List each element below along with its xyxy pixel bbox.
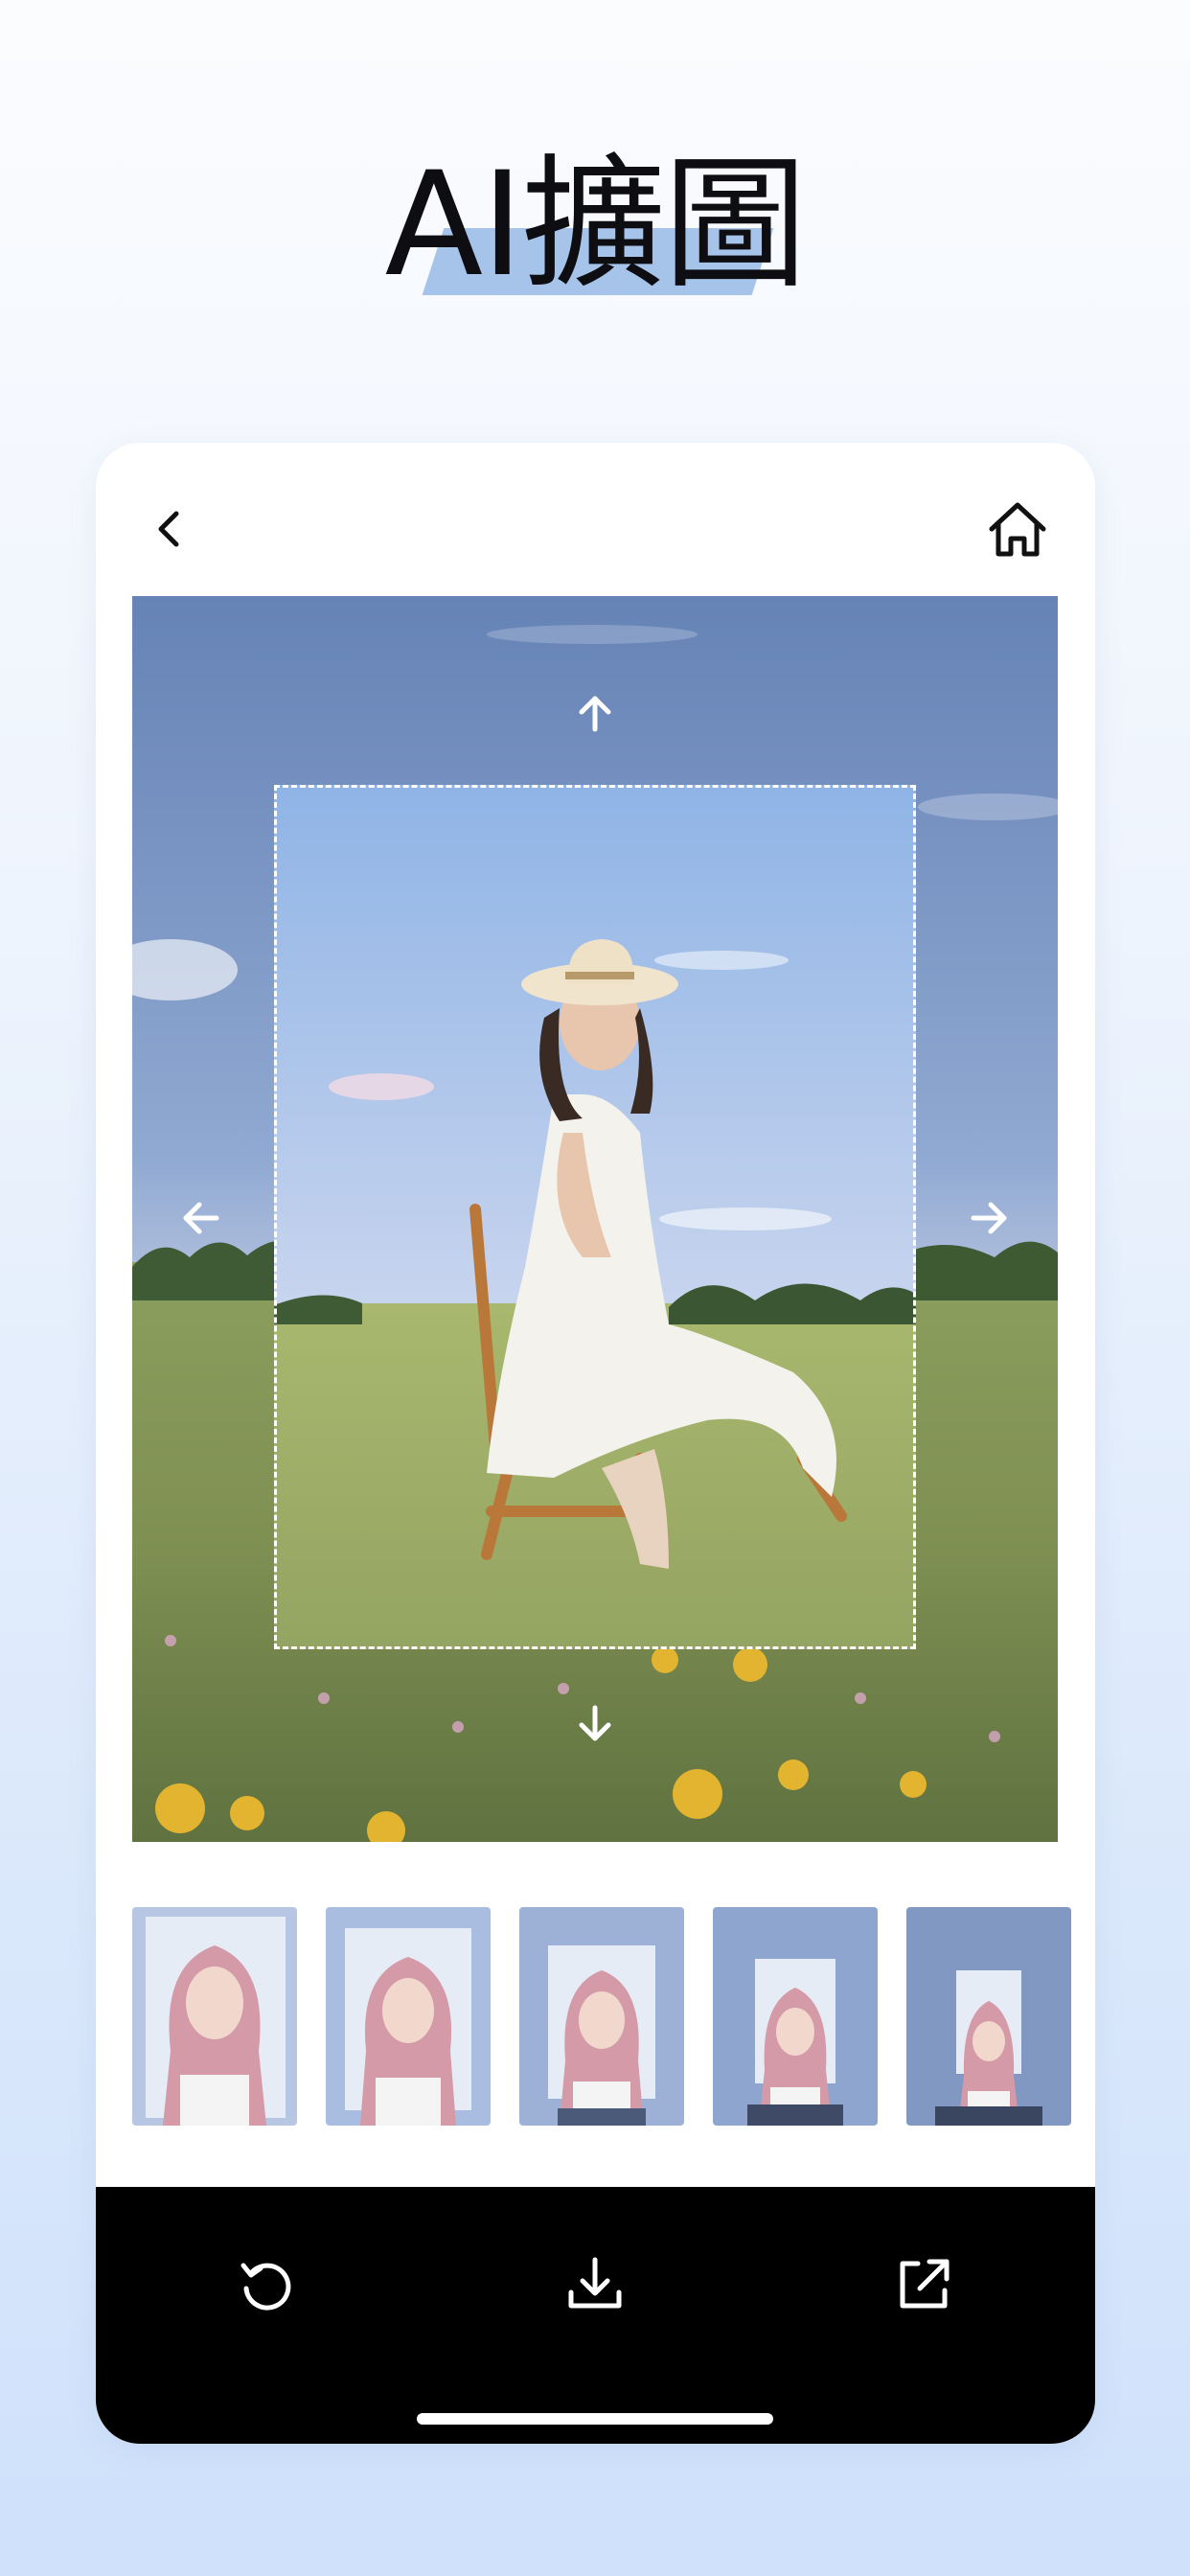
expand-down-button[interactable] <box>569 1698 621 1750</box>
share-icon <box>900 2259 950 2309</box>
undo-icon <box>240 2263 291 2311</box>
expand-canvas[interactable] <box>132 596 1058 1842</box>
download-button[interactable] <box>561 2250 629 2317</box>
home-icon <box>989 502 1046 557</box>
example-thumbnail-strip <box>132 1907 1095 2128</box>
arrow-up-icon <box>579 696 611 732</box>
arrow-right-icon <box>971 1202 1007 1234</box>
expand-up-button[interactable] <box>569 687 621 739</box>
arrow-down-icon <box>579 1705 611 1741</box>
example-thumbnail[interactable] <box>519 1907 684 2126</box>
arrow-left-icon <box>183 1202 219 1234</box>
phone-screen <box>96 443 1095 2444</box>
example-thumbnail[interactable] <box>713 1907 878 2126</box>
undo-button[interactable] <box>234 2250 301 2317</box>
download-icon <box>568 2257 622 2309</box>
top-bar <box>96 443 1095 596</box>
expand-right-button[interactable] <box>964 1192 1016 1244</box>
home-indicator <box>417 2413 773 2425</box>
back-button[interactable] <box>142 500 199 558</box>
share-button[interactable] <box>891 2250 958 2317</box>
crop-frame[interactable] <box>274 785 916 1649</box>
example-thumbnail[interactable] <box>326 1907 491 2126</box>
expand-left-button[interactable] <box>174 1192 226 1244</box>
home-button[interactable] <box>982 494 1053 565</box>
example-thumbnail[interactable] <box>132 1907 297 2126</box>
headline-title: AI擴圖 <box>384 142 808 309</box>
chevron-left-icon <box>158 511 179 547</box>
bottom-toolbar <box>96 2187 1095 2444</box>
example-thumbnail[interactable] <box>906 1907 1071 2126</box>
